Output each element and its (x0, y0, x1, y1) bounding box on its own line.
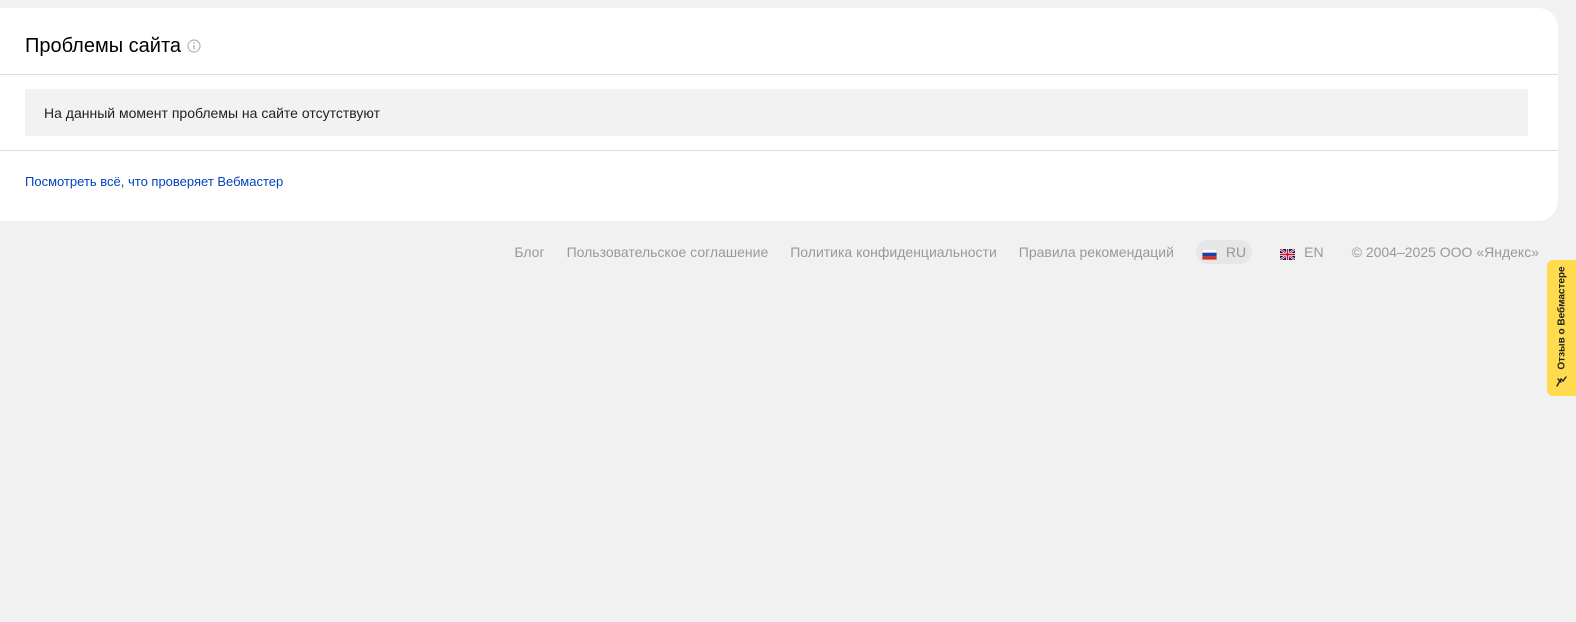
copyright: © 2004–2025 ООО «Яндекс» (1351, 244, 1539, 260)
card-footer: Посмотреть всё, что проверяет Вебмастер (0, 151, 1558, 215)
card-title: Проблемы сайта (25, 35, 182, 57)
no-problems-notice: На данный момент проблемы на сайте отсут… (25, 89, 1528, 136)
language-ru-button[interactable]: RU (1195, 240, 1253, 264)
feedback-label: Отзыв о Вебмастере (1556, 266, 1567, 370)
site-problems-card: Проблемы сайта На данный момент проблемы… (0, 8, 1558, 221)
view-all-checks-link[interactable]: Посмотреть всё, что проверяет Вебмастер (25, 174, 283, 189)
language-en-button[interactable]: EN (1274, 240, 1329, 264)
language-ru-label: RU (1225, 244, 1247, 260)
feedback-icon (1555, 375, 1568, 388)
russia-flag-icon (1201, 247, 1217, 260)
info-icon[interactable] (187, 39, 201, 53)
footer-link-recommendation-rules[interactable]: Правила рекомендаций (1019, 244, 1174, 260)
page-footer: Блог Пользовательское соглашение Политик… (514, 240, 1539, 264)
feedback-tab[interactable]: Отзыв о Вебмастере (1547, 260, 1576, 396)
uk-flag-icon (1279, 247, 1296, 261)
language-en-label: EN (1304, 244, 1324, 260)
card-body: На данный момент проблемы на сайте отсут… (0, 75, 1558, 151)
footer-link-blog[interactable]: Блог (514, 244, 544, 260)
footer-link-privacy-policy[interactable]: Политика конфиденциальности (790, 244, 997, 260)
card-header: Проблемы сайта (0, 8, 1558, 75)
page: Проблемы сайта На данный момент проблемы… (0, 0, 1576, 622)
footer-link-user-agreement[interactable]: Пользовательское соглашение (567, 244, 769, 260)
